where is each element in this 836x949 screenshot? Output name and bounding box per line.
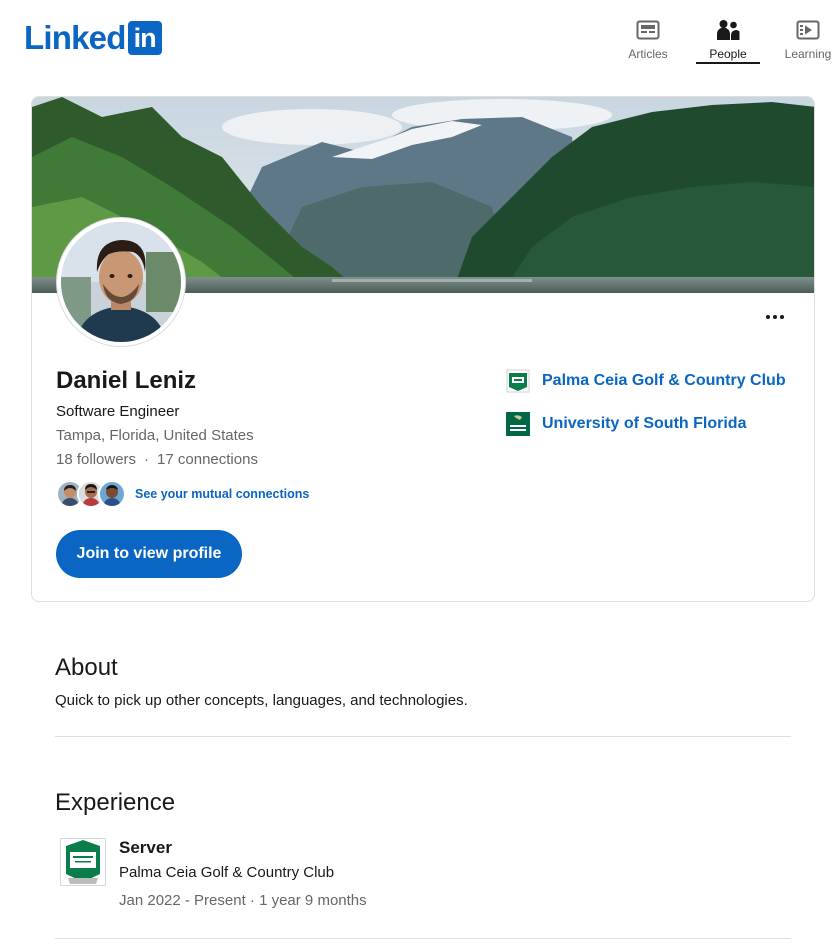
usf-logo-icon bbox=[506, 412, 530, 436]
profile-card: Daniel Leniz Software Engineer Tampa, Fl… bbox=[31, 96, 815, 602]
nav-people-label: People bbox=[709, 47, 747, 61]
nav-learning[interactable]: Learning bbox=[776, 14, 836, 64]
section-divider bbox=[55, 938, 791, 939]
articles-icon bbox=[635, 18, 661, 42]
mutual-connections[interactable]: See your mutual connections bbox=[56, 480, 309, 508]
profile-location: Tampa, Florida, United States bbox=[56, 427, 254, 444]
palma-ceia-logo-icon bbox=[506, 369, 530, 393]
org-education[interactable]: University of South Florida bbox=[506, 412, 746, 436]
profile-stats: 18 followers · 17 connections bbox=[56, 451, 258, 468]
experience-dates: Jan 2022 - Present · 1 year 9 months bbox=[119, 892, 367, 909]
experience-company[interactable]: Palma Ceia Golf & Country Club bbox=[119, 864, 334, 881]
more-options-button[interactable] bbox=[760, 307, 790, 327]
join-to-view-profile-button[interactable]: Join to view profile bbox=[56, 530, 242, 578]
learning-icon bbox=[795, 18, 821, 42]
section-divider bbox=[55, 736, 791, 737]
about-heading: About bbox=[55, 654, 118, 681]
mutual-avatars bbox=[56, 480, 126, 508]
profile-avatar[interactable] bbox=[57, 218, 185, 346]
mutual-connections-link[interactable]: See your mutual connections bbox=[135, 487, 309, 501]
nav-people[interactable]: People bbox=[696, 14, 760, 64]
connections-count: 17 connections bbox=[157, 451, 258, 468]
experience-company-logo[interactable] bbox=[60, 838, 106, 886]
mutual-avatar bbox=[98, 480, 126, 508]
more-options-icon bbox=[766, 315, 770, 319]
followers-count: 18 followers bbox=[56, 451, 137, 468]
profile-headline: Software Engineer bbox=[56, 403, 180, 420]
logo-in-box: in bbox=[127, 21, 162, 55]
org-education-name: University of South Florida bbox=[542, 415, 747, 432]
nav-articles[interactable]: Articles bbox=[616, 14, 680, 64]
linkedin-logo[interactable]: Linked in bbox=[24, 20, 162, 56]
profile-name: Daniel Leniz bbox=[56, 367, 197, 394]
top-nav: Articles People Learning bbox=[616, 14, 836, 64]
top-header: Linked in Articles People Learning bbox=[0, 0, 836, 72]
experience-heading: Experience bbox=[55, 789, 176, 816]
nav-learning-label: Learning bbox=[784, 47, 832, 61]
logo-wordmark: Linked bbox=[24, 19, 126, 56]
people-icon bbox=[715, 18, 741, 42]
about-text: Quick to pick up other concepts, languag… bbox=[55, 692, 468, 709]
experience-role: Server bbox=[119, 838, 172, 857]
org-current-company-name: Palma Ceia Golf & Country Club bbox=[542, 372, 786, 389]
stats-separator: · bbox=[144, 451, 150, 468]
org-current-company[interactable]: Palma Ceia Golf & Country Club bbox=[506, 369, 786, 393]
nav-articles-label: Articles bbox=[628, 47, 668, 61]
